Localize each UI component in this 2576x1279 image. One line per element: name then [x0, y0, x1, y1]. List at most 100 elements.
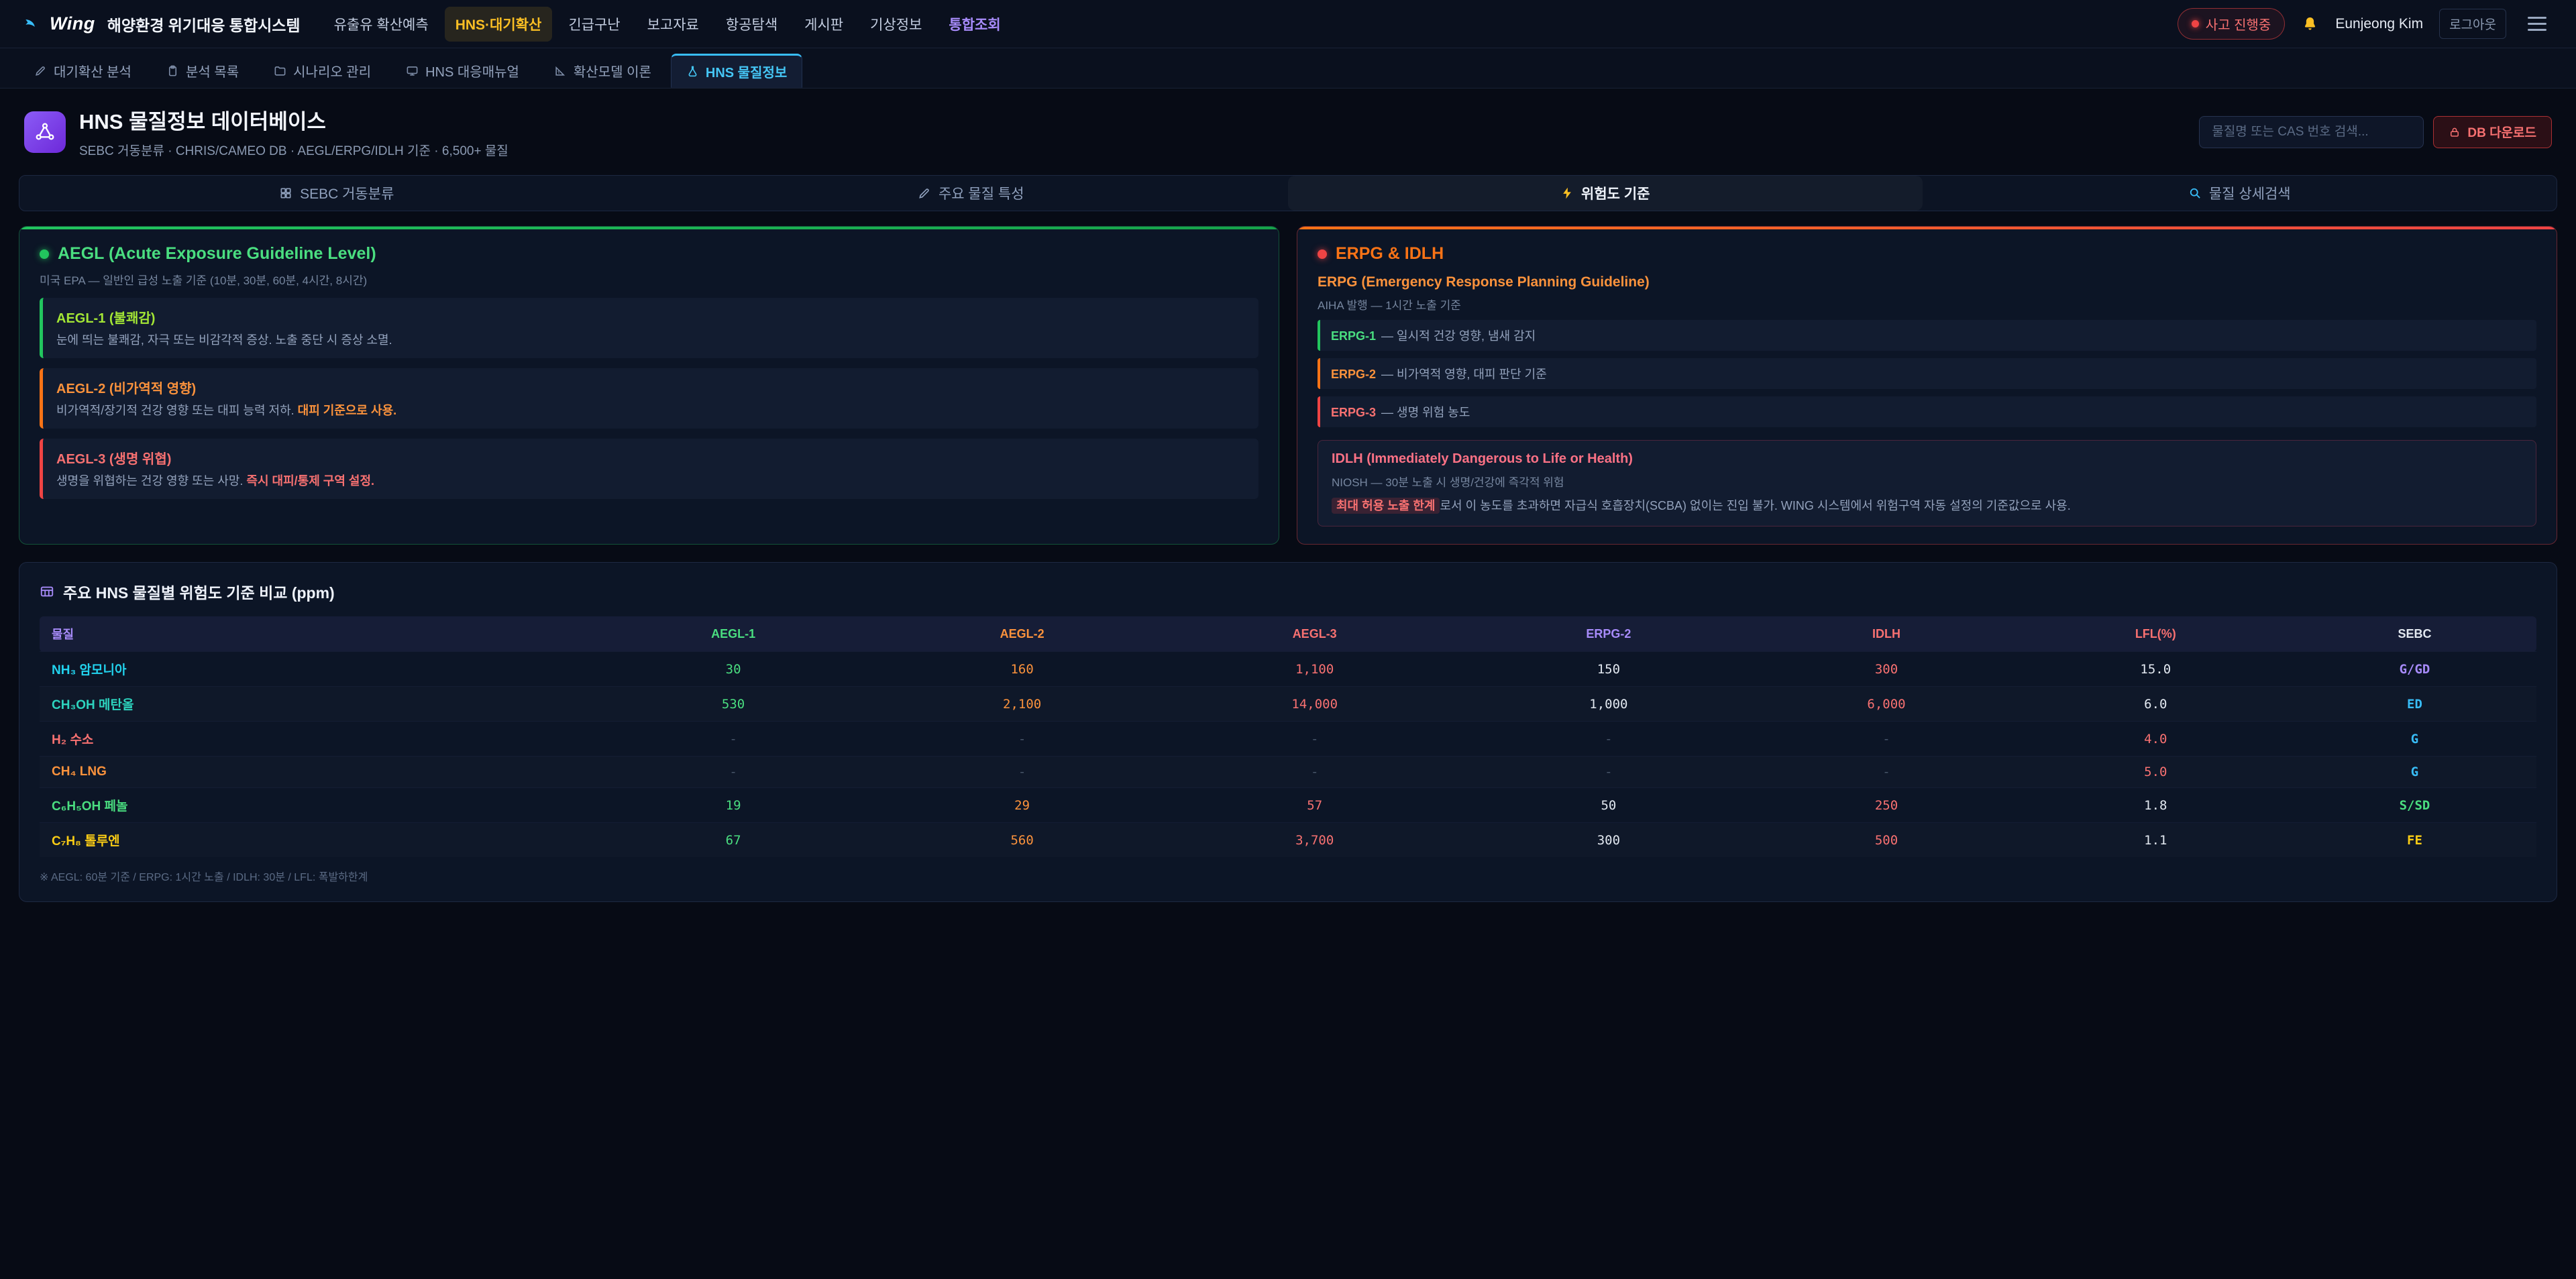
db-download-button[interactable]: DB 다운로드: [2433, 116, 2552, 148]
nav-item-rescue[interactable]: 긴급구난: [557, 7, 631, 42]
idlh-block: IDLH (Immediately Dangerous to Life or H…: [1318, 440, 2536, 526]
user-name[interactable]: Eunjeong Kim: [2335, 16, 2423, 32]
section-tab-sebc[interactable]: SEBC 거동분류: [19, 176, 654, 211]
subtab-hns-substance-info[interactable]: HNS 물질정보: [671, 54, 802, 88]
table-cell: -: [589, 757, 878, 788]
flask-icon: [686, 65, 699, 78]
col-lfl: LFL(%): [2019, 616, 2293, 652]
brand-logo-text: Wing: [50, 13, 95, 34]
section-tab-search[interactable]: 물질 상세검색: [1923, 176, 2557, 211]
erpg-idlh-panel: ERPG & IDLH ERPG (Emergency Response Pla…: [1297, 226, 2557, 545]
section-tab-hazard-criteria[interactable]: 위험도 기준: [1288, 176, 1923, 211]
green-dot-icon: [40, 249, 49, 259]
col-idlh: IDLH: [1754, 616, 2018, 652]
page-header-left: HNS 물질정보 데이터베이스 SEBC 거동분류 · CHRIS/CAMEO …: [24, 105, 508, 159]
table-header-row: 물질 AEGL-1 AEGL-2 AEGL-3 ERPG-2 IDLH LFL(…: [40, 616, 2536, 652]
table-cell: -: [877, 722, 1167, 757]
aegl-level-title: AEGL-3 (생명 위협): [56, 448, 1245, 467]
aegl-panel-title: AEGL (Acute Exposure Guideline Level): [58, 244, 376, 264]
aegl-level-2: AEGL-2 (비가역적 영향) 비가역적/장기적 건강 영향 또는 대피 능력…: [40, 368, 1258, 429]
search-icon: [2188, 186, 2202, 200]
incident-status-badge[interactable]: 사고 진행중: [2178, 8, 2286, 40]
subtab-hns-manual[interactable]: HNS 대응매뉴얼: [390, 54, 535, 88]
table-cell: 57: [1167, 788, 1463, 823]
table-cell: 560: [877, 823, 1167, 858]
pencil-icon: [34, 64, 47, 77]
search-input[interactable]: [2199, 116, 2424, 148]
substance-name: CH₄ LNG: [40, 757, 589, 788]
table-cell: 6,000: [1754, 687, 2018, 722]
section-tab-label: 물질 상세검색: [2209, 183, 2291, 203]
idlh-title: IDLH (Immediately Dangerous to Life or H…: [1332, 451, 2522, 467]
substance-name: H₂ 수소: [40, 722, 589, 757]
erpg-section-title: ERPG (Emergency Response Planning Guidel…: [1318, 274, 2536, 290]
erpg-level-1: ERPG-1— 일시적 건강 영향, 냄새 감지: [1318, 320, 2536, 351]
idlh-body: 최대 허용 노출 한계로서 이 농도를 초과하면 자급식 호흡장치(SCBA) …: [1332, 497, 2522, 515]
nav-item-weather[interactable]: 기상정보: [859, 7, 932, 42]
incident-status-label: 사고 진행중: [2206, 14, 2271, 34]
nav-item-spill-prediction[interactable]: 유출유 확산예측: [323, 7, 439, 42]
col-aegl3: AEGL-3: [1167, 616, 1463, 652]
bolt-icon: [1560, 186, 1574, 200]
table-cell: -: [1754, 757, 2018, 788]
table-cell: 15.0: [2019, 652, 2293, 687]
table-panel-title: 주요 HNS 물질별 위험도 기준 비교 (ppm): [63, 580, 335, 603]
table-cell: 300: [1754, 652, 2018, 687]
table-cell: 1,000: [1463, 687, 1755, 722]
table-cell: FE: [2293, 823, 2536, 858]
table-cell: -: [1463, 722, 1755, 757]
section-tab-properties[interactable]: 주요 물질 특성: [654, 176, 1289, 211]
criteria-panels: AEGL (Acute Exposure Guideline Level) 미국…: [19, 226, 2557, 545]
page-title-block: HNS 물질정보 데이터베이스 SEBC 거동분류 · CHRIS/CAMEO …: [79, 105, 508, 159]
table-panel-header: 주요 HNS 물질별 위험도 기준 비교 (ppm): [40, 580, 2536, 603]
subtab-model-theory[interactable]: 확산모델 이론: [539, 54, 667, 88]
table-cell: 530: [589, 687, 878, 722]
table-cell: 30: [589, 652, 878, 687]
aegl-level-1: AEGL-1 (불쾌감) 눈에 띄는 불쾌감, 자극 또는 비감각적 증상. 노…: [40, 298, 1258, 358]
monitor-icon: [406, 64, 419, 77]
table-cell: -: [1754, 722, 2018, 757]
table-cell: 29: [877, 788, 1167, 823]
table-row-phenol: C₆H₅OH 페놀 19 29 57 50 250 1.8 S/SD: [40, 788, 2536, 823]
col-erpg2: ERPG-2: [1463, 616, 1755, 652]
subtab-dispersion-analysis[interactable]: 대기확산 분석: [19, 54, 147, 88]
navbar-right: 사고 진행중 Eunjeong Kim 로그아웃: [2178, 8, 2552, 40]
table-cell: 19: [589, 788, 878, 823]
wing-logo-icon: [24, 15, 43, 34]
nav-item-hns-dispersion[interactable]: HNS·대기확산: [445, 7, 553, 42]
section-tab-label: SEBC 거동분류: [300, 183, 394, 203]
table-row-hydrogen: H₂ 수소 - - - - - 4.0 G: [40, 722, 2536, 757]
table-cell: 4.0: [2019, 722, 2293, 757]
brand[interactable]: Wing 해양환경 위기대응 통합시스템: [24, 13, 301, 36]
table-cell: G: [2293, 757, 2536, 788]
top-navbar: Wing 해양환경 위기대응 통합시스템 유출유 확산예측 HNS·대기확산 긴…: [0, 0, 2576, 48]
page-header-right: DB 다운로드: [2199, 116, 2552, 148]
table-cell: S/SD: [2293, 788, 2536, 823]
section-tabbar: SEBC 거동분류 주요 물질 특성 위험도 기준 물질 상세검색: [19, 175, 2557, 211]
pencil-icon: [918, 186, 931, 200]
table-row-methanol: CH₃OH 메탄올 530 2,100 14,000 1,000 6,000 6…: [40, 687, 2536, 722]
col-substance: 물질: [40, 616, 589, 652]
table-cell: 150: [1463, 652, 1755, 687]
nav-item-board[interactable]: 게시판: [794, 7, 854, 42]
aegl-level-desc: 생명을 위협하는 건강 영향 또는 사망. 즉시 대피/통제 구역 설정.: [56, 472, 1245, 490]
nav-item-aerial-search[interactable]: 항공탐색: [715, 7, 788, 42]
subtab-label: 대기확산 분석: [54, 61, 131, 80]
logout-button[interactable]: 로그아웃: [2439, 9, 2506, 39]
table-cell: 160: [877, 652, 1167, 687]
subtab-analysis-list[interactable]: 분석 목록: [151, 54, 254, 88]
erpg-level-2: ERPG-2— 비가역적 영향, 대피 판단 기준: [1318, 358, 2536, 389]
table-cell: 50: [1463, 788, 1755, 823]
aegl-level-desc: 눈에 띄는 불쾌감, 자극 또는 비감각적 증상. 노출 중단 시 증상 소멸.: [56, 331, 1245, 349]
substance-name: CH₃OH 메탄올: [40, 687, 589, 722]
table-cell: -: [589, 722, 878, 757]
subtab-scenario-management[interactable]: 시나리오 관리: [258, 54, 386, 88]
nav-item-reports[interactable]: 보고자료: [637, 7, 710, 42]
page-title: HNS 물질정보 데이터베이스: [79, 105, 508, 135]
menu-icon[interactable]: [2522, 11, 2552, 36]
bell-icon[interactable]: [2301, 15, 2319, 33]
comparison-table-panel: 주요 HNS 물질별 위험도 기준 비교 (ppm) 물질 AEGL-1 AEG…: [19, 562, 2557, 902]
table-cell: 1,100: [1167, 652, 1463, 687]
nav-item-integrated-search[interactable]: 통합조회: [938, 7, 1011, 42]
section-tab-label: 주요 물질 특성: [938, 183, 1024, 203]
